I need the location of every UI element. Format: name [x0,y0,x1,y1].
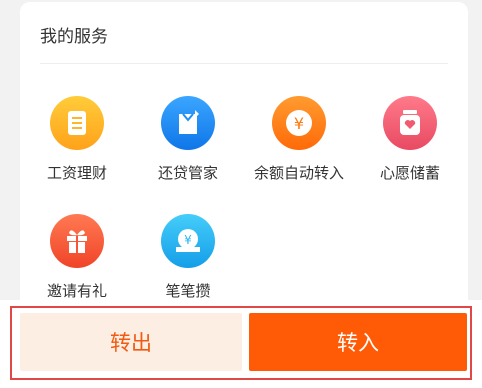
service-daily-save[interactable]: ¥ 笔笔攒 [133,214,243,301]
service-label: 邀请有礼 [46,282,107,300]
service-label: 还贷管家 [157,164,218,182]
service-invite-gift[interactable]: 邀请有礼 [22,214,132,301]
divider [40,63,448,64]
wish-jar-icon [383,96,437,150]
gift-icon [50,214,104,268]
svg-text:¥: ¥ [184,233,192,247]
service-label: 心愿储蓄 [379,164,440,182]
loan-icon [161,96,215,150]
service-label: 工资理财 [46,164,107,182]
service-salary-finance[interactable]: 工资理财 [22,96,132,183]
my-services-card: 我的服务 工资理财 还贷管家 ¥ 余额自动转入 心愿储蓄 邀请有礼 ¥ 笔笔攒 [20,2,468,322]
transfer-out-button[interactable]: 转出 [20,313,242,371]
piggy-save-icon: ¥ [161,214,215,268]
svg-text:¥: ¥ [294,114,304,133]
section-title: 我的服务 [40,27,108,47]
service-loan-manager[interactable]: 还贷管家 [133,96,243,183]
service-wish-saving[interactable]: 心愿储蓄 [355,96,465,183]
yuan-coin-icon: ¥ [272,96,326,150]
service-label: 余额自动转入 [253,164,344,182]
salary-icon [50,96,104,150]
transfer-in-button[interactable]: 转入 [249,313,467,371]
service-label: 笔笔攒 [165,282,211,300]
service-auto-transfer[interactable]: ¥ 余额自动转入 [244,96,354,183]
